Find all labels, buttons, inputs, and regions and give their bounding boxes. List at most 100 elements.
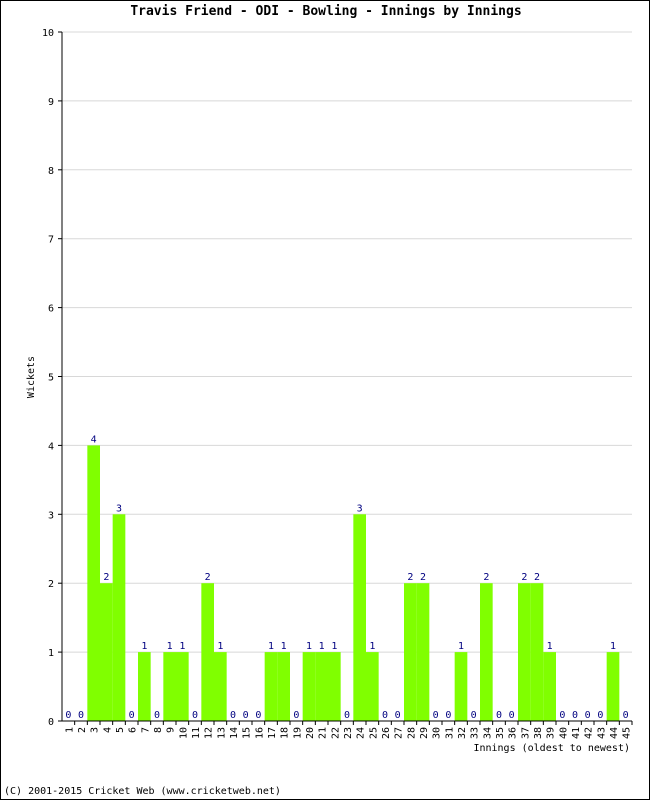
data-label: 0 [433, 710, 439, 721]
data-label: 1 [141, 641, 147, 652]
bar [176, 652, 189, 721]
data-label: 2 [483, 572, 489, 583]
data-label: 1 [331, 641, 337, 652]
data-label: 0 [471, 710, 477, 721]
data-label: 1 [319, 641, 325, 652]
data-label: 1 [369, 641, 375, 652]
y-tick-label: 3 [48, 510, 54, 521]
x-tick-label: 6 [128, 727, 139, 733]
x-tick-label: 18 [280, 727, 291, 739]
bar [454, 652, 468, 721]
gridlines [62, 31, 632, 653]
x-tick-label: 22 [330, 727, 341, 739]
x-tick-label: 5 [115, 727, 126, 733]
data-label: 2 [407, 572, 413, 583]
data-label: 0 [445, 710, 451, 721]
data-label: 0 [395, 710, 401, 721]
data-label: 1 [179, 641, 185, 652]
y-tick-label: 9 [48, 97, 54, 108]
x-tick-label: 28 [406, 727, 417, 739]
x-tick-label: 43 [596, 727, 607, 739]
data-label: 0 [243, 710, 249, 721]
x-tick-label: 29 [419, 727, 430, 739]
data-label: 1 [217, 641, 223, 652]
bar [138, 652, 151, 721]
x-tick-label: 42 [584, 727, 595, 739]
data-label: 0 [255, 710, 261, 721]
x-tick-label: 27 [394, 727, 405, 739]
bar [201, 583, 214, 721]
x-tick-label: 40 [558, 727, 569, 739]
bar [328, 652, 341, 721]
x-tick-label: 9 [166, 727, 177, 733]
y-tick-label: 5 [48, 373, 54, 384]
x-tick-label: 35 [495, 727, 506, 739]
bar [480, 583, 493, 721]
y-tick-label: 6 [48, 304, 54, 315]
copyright-footer: (C) 2001-2015 Cricket Web (www.cricketwe… [4, 786, 281, 797]
x-tick-label: 10 [178, 727, 189, 739]
data-label: 1 [281, 641, 287, 652]
x-tick-label: 7 [140, 727, 151, 733]
x-tick-label: 13 [216, 727, 227, 739]
data-label: 0 [230, 710, 236, 721]
data-label: 0 [559, 710, 565, 721]
data-label: 0 [129, 710, 135, 721]
x-tick-label: 26 [381, 727, 392, 739]
x-tick-label: 21 [318, 727, 329, 739]
data-label: 2 [420, 572, 426, 583]
bar [315, 652, 328, 721]
y-tick-label: 4 [48, 441, 54, 452]
x-tick-label: 15 [242, 727, 253, 739]
x-tick-label: 23 [343, 727, 354, 739]
data-label: 0 [572, 710, 578, 721]
bar-chart: 0123456789101 2 3 4 5 6 7 8 9 10 11 12 13 14 15 16 17 18 1… [26, 28, 633, 754]
x-tick-label: 20 [305, 727, 316, 739]
data-label: 0 [344, 710, 350, 721]
bar [543, 652, 556, 721]
x-tick-label: 36 [508, 727, 519, 739]
data-label: 1 [458, 641, 464, 652]
bar [366, 652, 379, 721]
data-label: 0 [496, 710, 502, 721]
data-label: 2 [521, 572, 527, 583]
y-tick-label: 0 [48, 717, 54, 728]
bar [404, 583, 417, 721]
x-tick-label: 32 [457, 727, 468, 739]
x-tick-label: 8 [153, 727, 164, 733]
data-label: 0 [585, 710, 591, 721]
data-label: 1 [167, 641, 173, 652]
x-tick-label: 33 [470, 727, 481, 739]
bar [416, 583, 430, 721]
data-label: 2 [103, 572, 109, 583]
x-axis-label: Innings (oldest to newest) [473, 743, 630, 754]
bar [100, 583, 113, 721]
bar [530, 583, 544, 721]
bar [518, 583, 531, 721]
x-tick-label: 39 [546, 727, 557, 739]
data-label: 0 [623, 710, 629, 721]
y-tick-label: 10 [42, 28, 54, 39]
data-label: 0 [65, 710, 71, 721]
x-tick-label: 19 [292, 727, 303, 739]
x-tick-label: 25 [368, 727, 379, 739]
x-tick-label: 12 [204, 727, 215, 739]
x-tick-label: 34 [482, 727, 493, 739]
data-label: 0 [597, 710, 603, 721]
x-tick-label: 30 [432, 727, 443, 739]
data-label: 2 [534, 572, 540, 583]
data-label: 0 [192, 710, 198, 721]
x-tick-label: 17 [267, 727, 278, 739]
data-label: 0 [78, 710, 84, 721]
x-tick-label: 31 [444, 727, 455, 739]
data-label: 0 [154, 710, 160, 721]
data-label: 1 [547, 641, 553, 652]
data-label: 0 [382, 710, 388, 721]
x-tick-label: 45 [622, 727, 633, 739]
bar [87, 445, 100, 721]
y-axis-label: Wickets [26, 356, 37, 398]
data-label: 0 [509, 710, 515, 721]
bar [163, 652, 176, 721]
x-tick-label: 3 [90, 727, 101, 733]
data-label: 2 [205, 572, 211, 583]
